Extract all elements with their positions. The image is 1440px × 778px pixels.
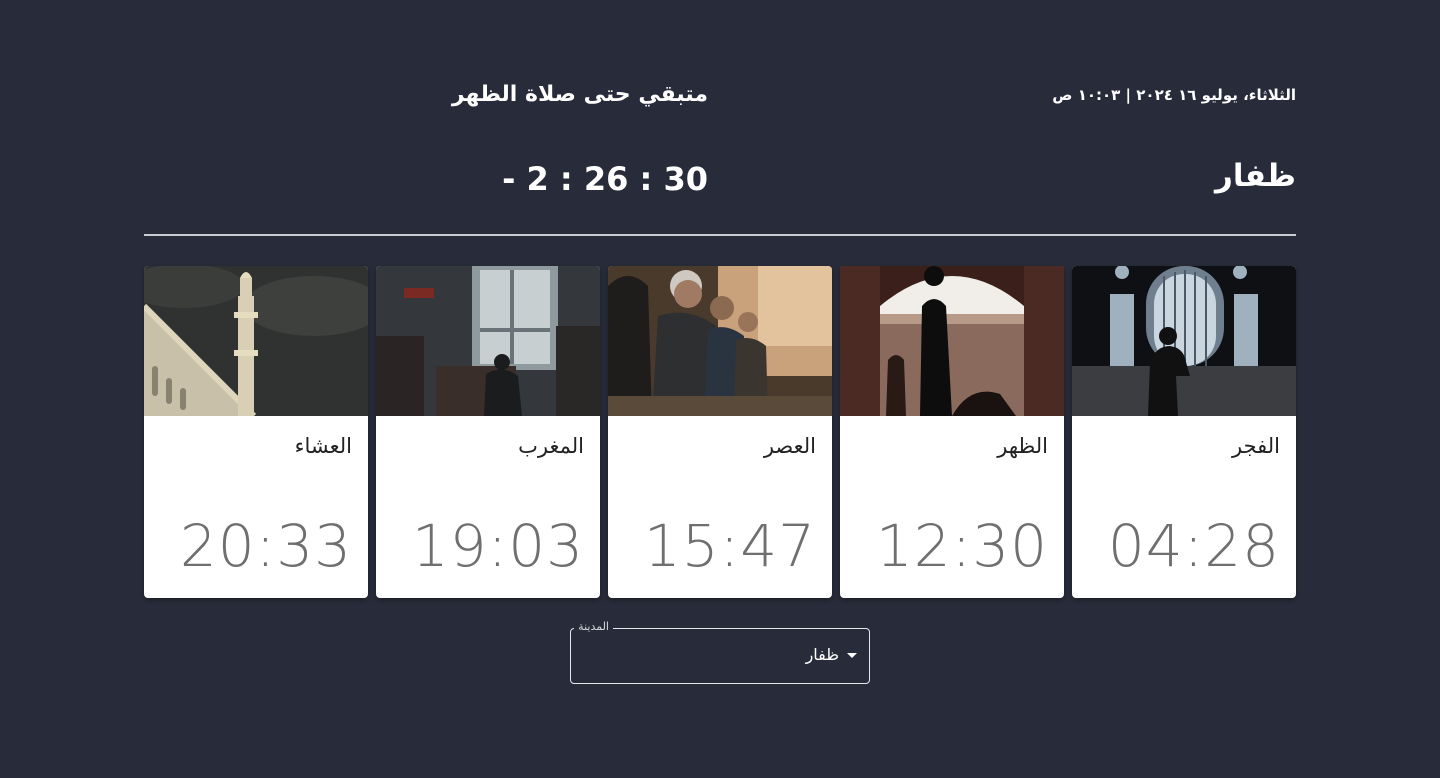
prayer-name: الفجر	[1232, 434, 1280, 458]
prayer-card-maghrib: المغرب 19:03	[376, 266, 600, 598]
next-prayer-heading: متبقي حتى صلاة الظهر	[451, 82, 708, 107]
prayer-card-isha: العشاء 20:33	[144, 266, 368, 598]
city-select-label: المدينة	[574, 620, 613, 633]
city-select-value: ظفار	[805, 645, 839, 664]
prayer-name: المغرب	[518, 434, 584, 458]
header: الثلاثاء، يوليو ١٦ ٢٠٢٤ | ١٠:٠٣ ص ظفار م…	[144, 70, 1296, 220]
man-standing-in-arch-photo	[840, 266, 1064, 416]
men-sitting-in-row-photo	[608, 266, 832, 416]
prayer-name: العشاء	[294, 434, 352, 458]
prayer-card-fajr: الفجر 04:28	[1072, 266, 1296, 598]
header-divider	[144, 234, 1296, 236]
city-select[interactable]: المدينة ظفار	[570, 620, 870, 684]
countdown-timer: - 2 : 26 : 30	[502, 160, 708, 198]
city-title: ظفار	[1215, 158, 1296, 194]
man-sitting-by-window-photo	[376, 266, 600, 416]
prayer-name: العصر	[763, 434, 816, 458]
prayer-time: 04:28	[1107, 512, 1280, 580]
current-date-time: الثلاثاء، يوليو ١٦ ٢٠٢٤ | ١٠:٠٣ ص	[1052, 86, 1296, 104]
prayer-card-dhuhr: الظهر 12:30	[840, 266, 1064, 598]
prayer-time: 19:03	[411, 512, 584, 580]
prayer-in-mosque-window-photo	[1072, 266, 1296, 416]
prayer-name: الظهر	[997, 434, 1048, 458]
prayer-cards: الفجر 04:28 الظهر 12:30 العصر 15:47 المغ…	[144, 266, 1296, 598]
prayer-time: 12:30	[875, 512, 1048, 580]
caret-down-icon	[847, 653, 857, 658]
prayer-time: 20:33	[179, 512, 352, 580]
prayer-time: 15:47	[643, 512, 816, 580]
minaret-under-cloudy-sky-photo	[144, 266, 368, 416]
prayer-times-page: الثلاثاء، يوليو ١٦ ٢٠٢٤ | ١٠:٠٣ ص ظفار م…	[0, 0, 1440, 778]
prayer-card-asr: العصر 15:47	[608, 266, 832, 598]
